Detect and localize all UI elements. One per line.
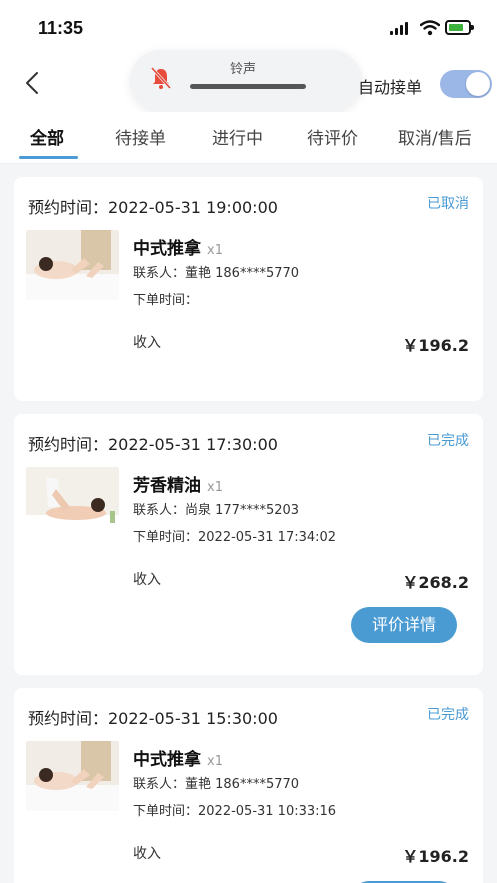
order-card[interactable]: 预约时间：2022-05-31 15:30:00 已完成 中式推拿 x1 联系人：… xyxy=(14,688,483,883)
active-tab-indicator xyxy=(19,156,78,159)
massage-back-icon xyxy=(26,230,119,300)
ringtone-label: 铃声 xyxy=(230,62,257,77)
status-bar: 11:35 xyxy=(0,0,497,56)
tab-pending[interactable]: 待接单 xyxy=(115,124,166,149)
contact-info: 联系人：董艳 186****5770 xyxy=(133,777,300,792)
auto-accept-toggle[interactable] xyxy=(440,70,492,98)
contact-info: 联系人：尚泉 177****5203 xyxy=(133,503,300,518)
order-status: 已取消 xyxy=(427,196,469,212)
service-name-text: 中式推拿 xyxy=(133,750,201,770)
order-time: 下单时间：2022-05-31 17:34:02 xyxy=(133,530,337,545)
tab-cancel-after-sale[interactable]: 取消/售后 xyxy=(398,124,472,149)
appointment-time: 预约时间：2022-05-31 17:30:00 xyxy=(28,435,278,454)
service-qty: x1 xyxy=(207,243,223,258)
order-time: 下单时间：2022-05-31 10:33:16 xyxy=(133,804,337,819)
back-arrow-icon[interactable] xyxy=(22,70,44,96)
service-name: 芳香精油 x1 xyxy=(133,471,223,496)
service-name: 中式推拿 x1 xyxy=(133,234,223,259)
review-details-button[interactable]: 评价详情 xyxy=(351,607,457,643)
income-amount: ￥196.2 xyxy=(402,847,469,866)
bell-muted-icon xyxy=(150,66,172,90)
tab-to-review[interactable]: 待评价 xyxy=(307,124,358,149)
contact-info: 联系人：董艳 186****5770 xyxy=(133,266,300,281)
service-qty: x1 xyxy=(207,480,223,495)
ringtone-volume-bar[interactable] xyxy=(190,84,306,89)
order-card[interactable]: 预约时间：2022-05-31 19:00:00 已取消 中式推拿 x1 联系人：… xyxy=(14,177,483,401)
service-name: 中式推拿 x1 xyxy=(133,745,223,770)
order-card[interactable]: 预约时间：2022-05-31 17:30:00 已完成 芳香精油 x1 联系人：… xyxy=(14,414,483,675)
ringtone-control[interactable]: 铃声 xyxy=(130,50,362,112)
wifi-icon xyxy=(420,20,440,36)
order-time: 下单时间： xyxy=(133,293,199,308)
order-status: 已完成 xyxy=(427,707,469,723)
battery-icon xyxy=(445,20,474,35)
income-label: 收入 xyxy=(133,572,161,588)
order-tabs: 全部 待接单 进行中 待评价 取消/售后 xyxy=(0,112,497,164)
appointment-time: 预约时间：2022-05-31 19:00:00 xyxy=(28,198,278,217)
income-label: 收入 xyxy=(133,846,161,862)
massage-back-icon xyxy=(26,741,119,811)
service-qty: x1 xyxy=(207,754,223,769)
tab-all[interactable]: 全部 xyxy=(30,124,64,149)
status-time: 11:35 xyxy=(38,18,84,38)
income-label: 收入 xyxy=(133,335,161,351)
service-name-text: 芳香精油 xyxy=(133,476,201,496)
income-amount: ￥268.2 xyxy=(402,573,469,592)
appointment-time: 预约时间：2022-05-31 15:30:00 xyxy=(28,709,278,728)
auto-accept-label: 自动接单 xyxy=(358,78,423,97)
service-name-text: 中式推拿 xyxy=(133,239,201,259)
top-nav: 铃声 自动接单 xyxy=(0,50,497,112)
income-amount: ￥196.2 xyxy=(402,336,469,355)
order-status: 已完成 xyxy=(427,433,469,449)
aroma-oil-icon xyxy=(26,467,119,537)
tab-in-progress[interactable]: 进行中 xyxy=(212,124,263,149)
cellular-signal-icon xyxy=(390,22,408,35)
